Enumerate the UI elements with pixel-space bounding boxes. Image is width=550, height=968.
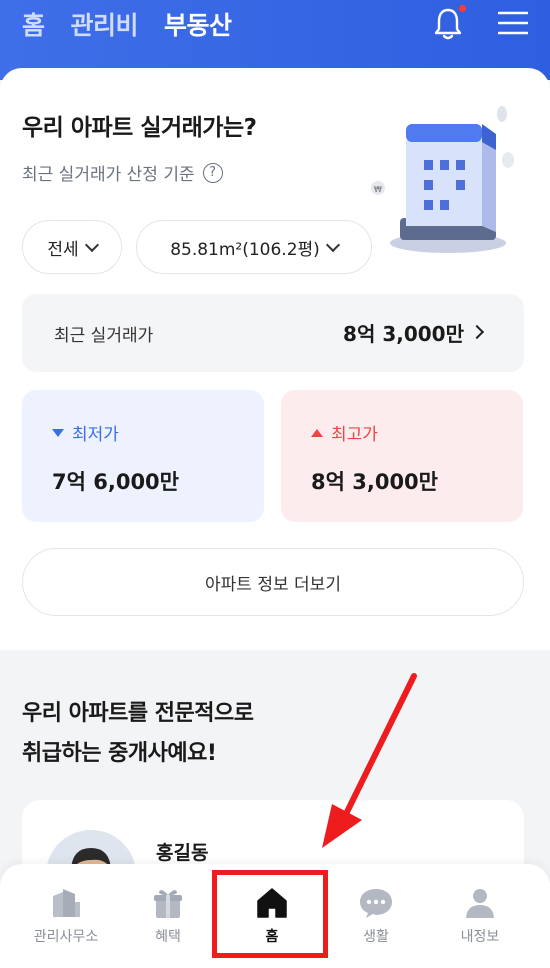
help-icon[interactable]: ? <box>202 162 223 183</box>
tab-real-estate[interactable]: 부동산 <box>164 6 232 42</box>
chevron-down-icon <box>325 237 340 252</box>
nav-label-management-office: 관리사무소 <box>33 929 99 945</box>
price-card-title: 우리 아파트 실거래가는? <box>22 115 257 141</box>
nav-label-benefits: 혜택 <box>155 929 181 945</box>
chevron-down-icon <box>84 237 99 252</box>
lowest-price-label-row: 최저가 <box>52 420 119 445</box>
chevron-right-icon <box>469 324 485 340</box>
nav-label-my-info: 내정보 <box>460 929 500 945</box>
top-tabs: 홈 관리비 부동산 <box>22 6 232 42</box>
nav-benefits[interactable]: 혜택 <box>118 886 218 946</box>
up-triangle-icon <box>311 428 323 437</box>
annotation-highlight-box <box>212 870 328 958</box>
tab-home[interactable]: 홈 <box>22 6 45 42</box>
notification-dot <box>459 5 466 12</box>
more-apartment-info-button[interactable]: 아파트 정보 더보기 <box>22 548 524 616</box>
recent-price-value: 8억 3,000만 <box>343 322 464 346</box>
deal-type-value: 전세 <box>47 239 79 260</box>
area-value: 85.81m²(106.2평) <box>170 239 320 260</box>
nav-label-life: 생활 <box>363 929 389 945</box>
annotation-arrow <box>322 673 417 848</box>
bell-icon[interactable] <box>432 6 464 42</box>
highest-price-label-row: 최고가 <box>311 420 378 445</box>
nav-my-info[interactable]: 내정보 <box>430 886 530 946</box>
area-dropdown[interactable]: 85.81m²(106.2평) <box>136 220 372 274</box>
highest-price-value: 8억 3,000만 <box>311 470 438 494</box>
highest-price-box: 최고가 8억 3,000만 <box>281 390 523 522</box>
chat-icon <box>360 889 392 918</box>
lowest-price-box: 최저가 7억 6,000만 <box>22 390 264 522</box>
gift-icon <box>154 890 182 918</box>
person-icon <box>466 889 494 918</box>
deal-type-dropdown[interactable]: 전세 <box>22 220 122 274</box>
tab-management-fee[interactable]: 관리비 <box>71 6 139 42</box>
svg-text:₩: ₩ <box>374 185 382 194</box>
agent-name: 홍길동 <box>156 842 209 864</box>
apartment-building-illustration: ₩ <box>371 106 514 253</box>
lowest-price-value: 7억 6,000만 <box>52 470 179 494</box>
recent-price-label: 최근 실거래가 <box>54 326 154 346</box>
building-icon <box>53 889 80 917</box>
menu-icon[interactable] <box>498 10 528 36</box>
price-card-subtitle[interactable]: 최근 실거래가 산정 기준 ? <box>22 160 223 185</box>
price-card: 우리 아파트 실거래가는? 최근 실거래가 산정 기준 ? ₩ 전세 85.81… <box>0 68 550 650</box>
lowest-price-label: 최저가 <box>72 425 119 445</box>
subtitle-text: 최근 실거래가 산정 기준 <box>22 165 195 185</box>
nav-life[interactable]: 생활 <box>326 886 426 946</box>
nav-management-office[interactable]: 관리사무소 <box>16 886 116 946</box>
recent-price-row[interactable]: 최근 실거래가 8억 3,000만 <box>22 294 524 372</box>
highest-price-label: 최고가 <box>331 425 378 445</box>
down-triangle-icon <box>52 428 64 437</box>
